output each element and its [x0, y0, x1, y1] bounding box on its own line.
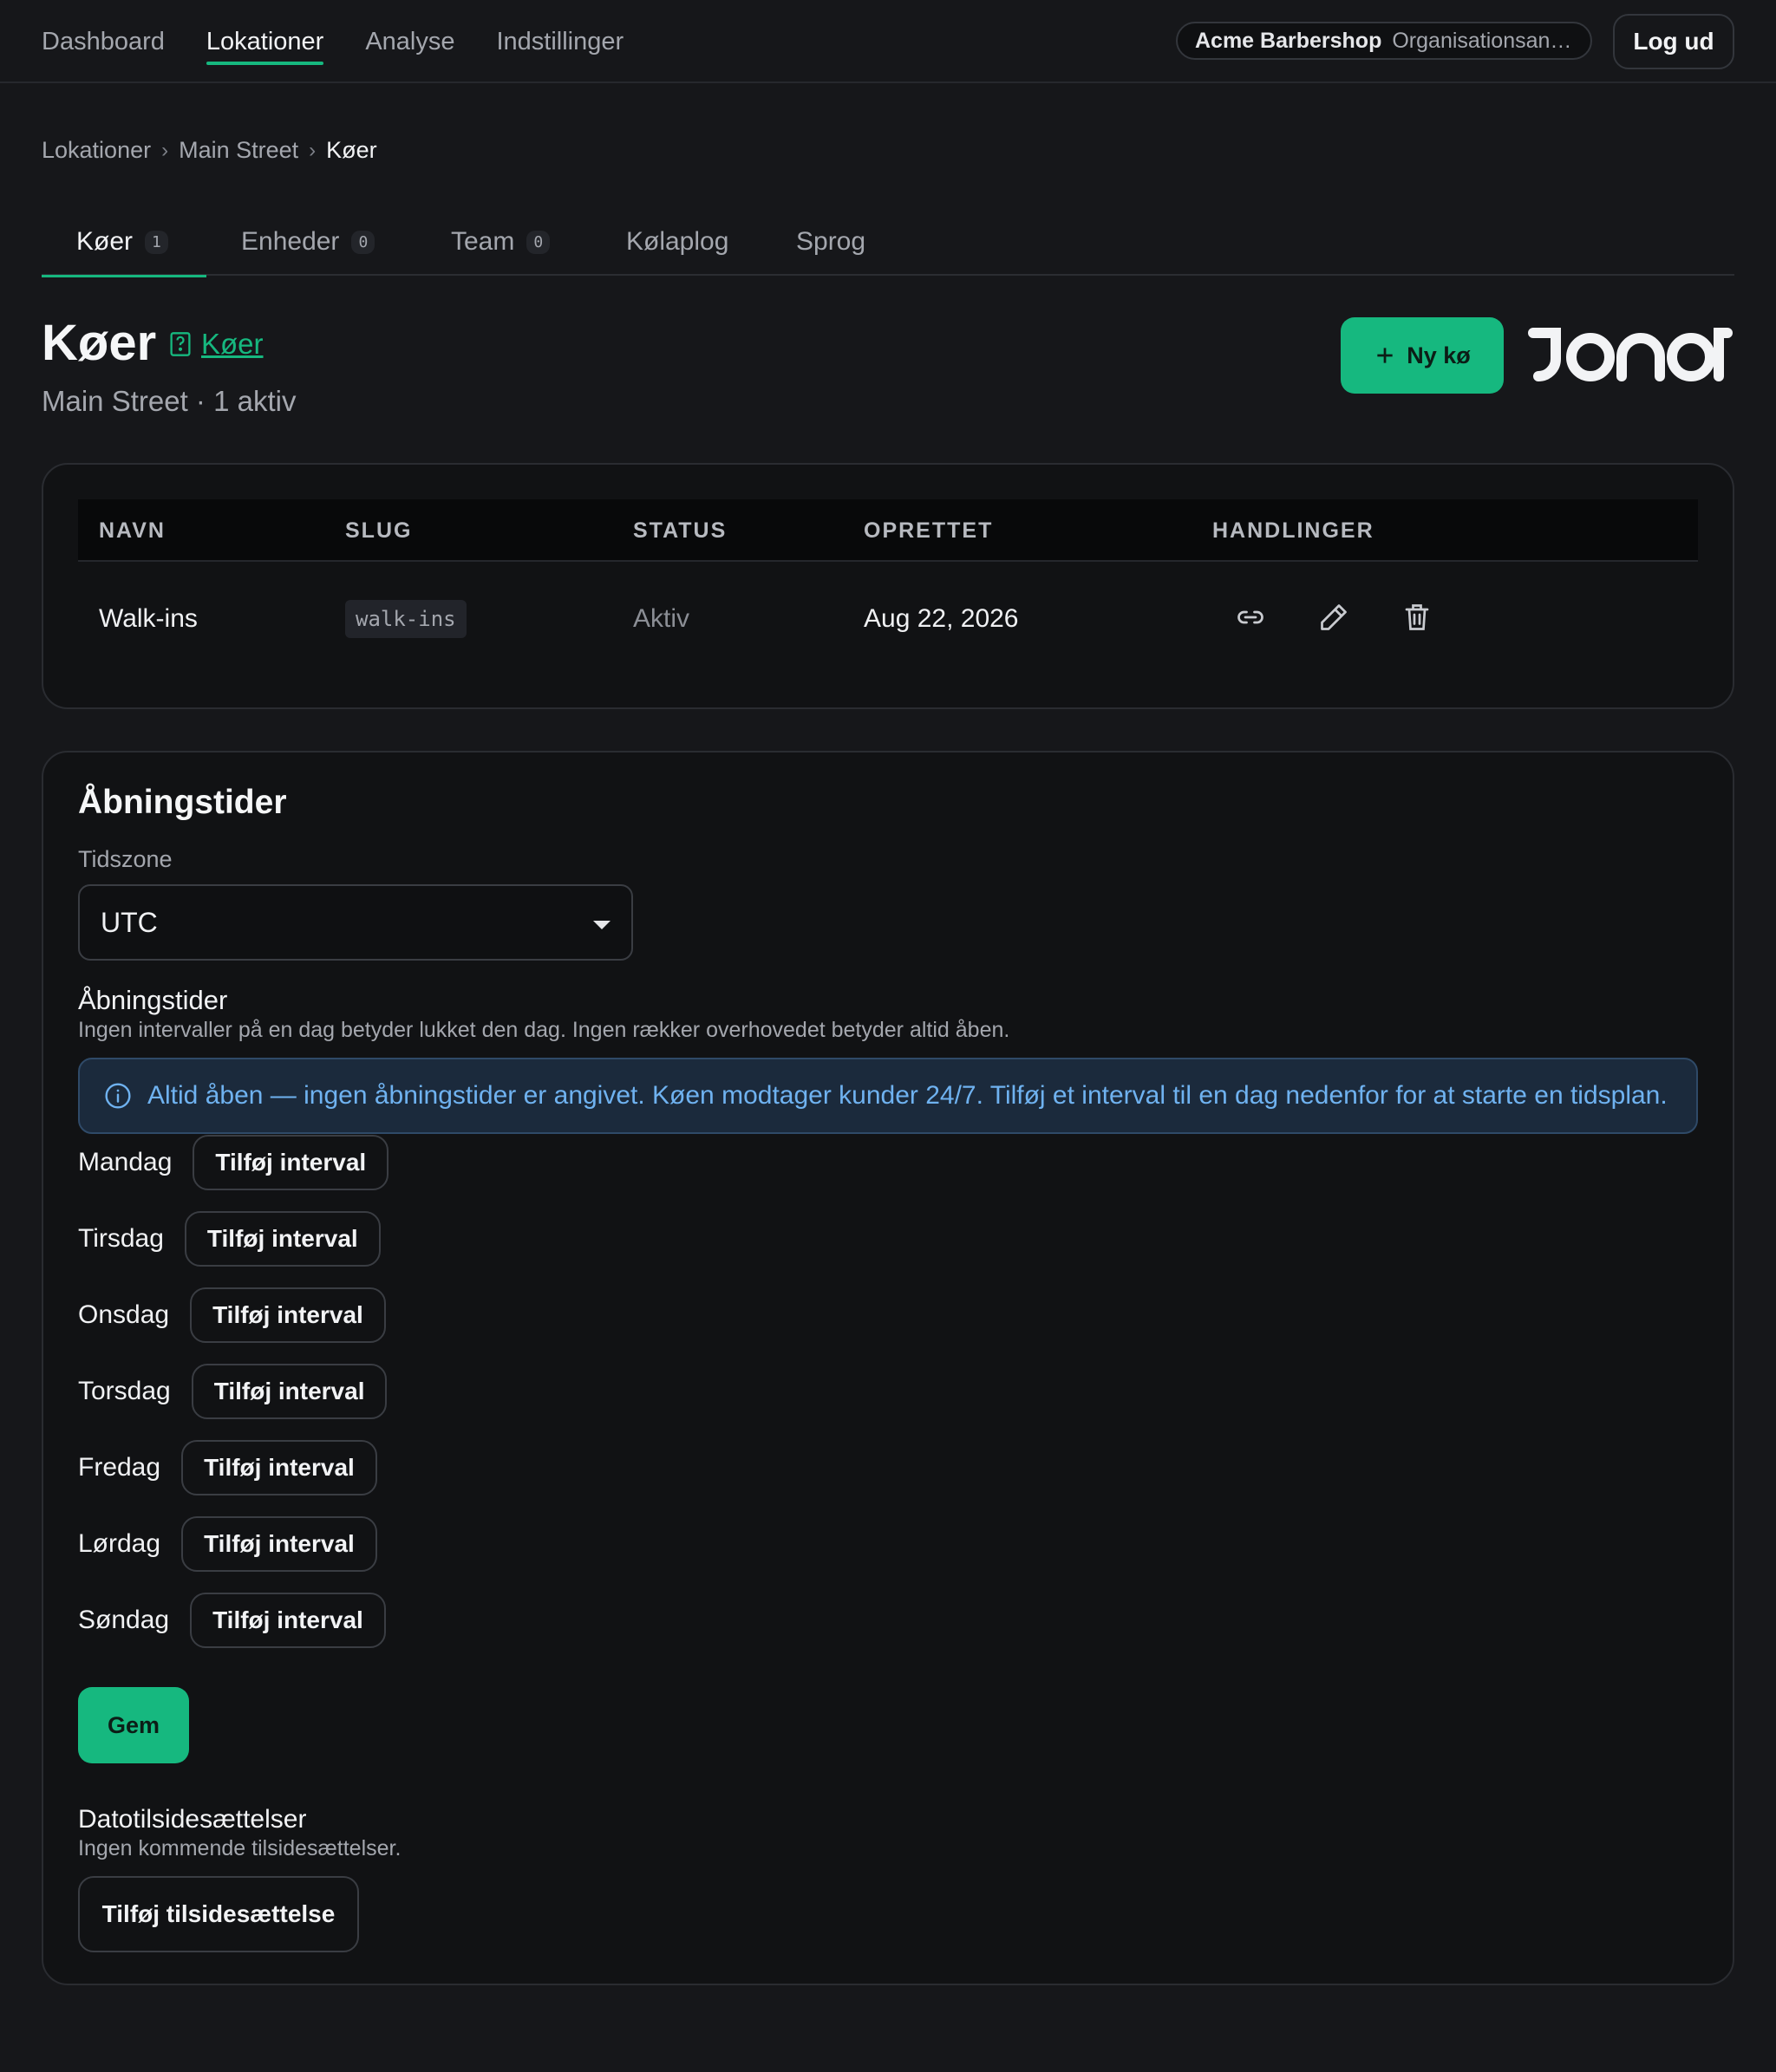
doc-icon — [170, 332, 191, 356]
tab-count: 0 — [351, 230, 375, 254]
table-row: Walk-ins walk-ins Aktiv Aug 22, 2026 — [78, 562, 1698, 676]
day-row-sondag: Søndag Tilføj interval — [78, 1592, 386, 1649]
tab-label: Kølaplog — [626, 227, 729, 256]
breadcrumb-separator: › — [161, 138, 169, 162]
new-queue-button[interactable]: Ny kø — [1341, 317, 1504, 394]
breadcrumb-separator: › — [309, 138, 317, 162]
tab-count: 1 — [145, 230, 168, 254]
column-header: STATUS — [633, 518, 728, 543]
day-label: Onsdag — [78, 1300, 170, 1329]
main-nav: Dashboard Lokationer Analyse Indstilling… — [42, 0, 624, 83]
tab-label: Team — [451, 227, 515, 256]
day-label: Fredag — [78, 1453, 161, 1482]
add-interval-button[interactable]: Tilføj interval — [181, 1440, 377, 1495]
tab-enheder[interactable]: Enheder 0 — [241, 208, 375, 276]
location-tabs: Køer 1 Enheder 0 Team 0 Kølaplog Sprog — [42, 208, 1734, 277]
always-open-alert: Altid åben — ingen åbningstider er angiv… — [78, 1058, 1698, 1134]
day-row-mandag: Mandag Tilføj interval — [78, 1134, 389, 1191]
queues-table-card: NAVN SLUG STATUS OPRETTET HANDLINGER Wal… — [42, 463, 1734, 709]
day-label: Lørdag — [78, 1529, 161, 1558]
table-header: NAVN SLUG STATUS OPRETTET HANDLINGER — [78, 499, 1698, 562]
tab-label: Køer — [76, 227, 134, 256]
plus-icon — [1377, 348, 1393, 363]
page-title: Køer — [42, 315, 157, 371]
day-row-lordag: Lørdag Tilføj interval — [78, 1515, 377, 1573]
tab-koer[interactable]: Køer 1 — [42, 208, 206, 277]
column-header: OPRETTET — [864, 518, 994, 543]
docs-link-label: Køer — [201, 328, 264, 360]
edit-button[interactable] — [1318, 602, 1353, 636]
chevron-down-icon — [593, 921, 610, 929]
nav-indstillinger[interactable]: Indstillinger — [496, 21, 624, 63]
tab-kolaplog[interactable]: Kølaplog — [626, 208, 728, 276]
column-header: HANDLINGER — [1212, 518, 1374, 543]
page-subtitle: Main Street · 1 aktiv — [42, 385, 297, 417]
top-navigation-bar: Dashboard Lokationer Analyse Indstilling… — [0, 0, 1776, 83]
logout-button[interactable]: Log ud — [1613, 14, 1734, 69]
day-label: Tirsdag — [78, 1224, 164, 1253]
day-label: Mandag — [78, 1148, 173, 1176]
add-interval-button[interactable]: Tilføj interval — [184, 1211, 381, 1267]
queue-created: Aug 22, 2026 — [864, 604, 1019, 633]
tab-label: Enheder — [241, 227, 340, 256]
breadcrumb-lokationer[interactable]: Lokationer — [42, 137, 151, 164]
link-icon — [1237, 610, 1263, 624]
breadcrumb: Lokationer › Main Street › Køer — [42, 137, 377, 164]
org-name: Acme Barbershop — [1195, 28, 1382, 53]
tab-count: 0 — [526, 230, 551, 254]
tab-team[interactable]: Team 0 — [451, 208, 551, 276]
day-row-onsdag: Onsdag Tilføj interval — [78, 1287, 386, 1344]
column-header: NAVN — [99, 518, 166, 543]
nav-dashboard[interactable]: Dashboard — [42, 21, 165, 63]
organization-switcher[interactable]: Acme Barbershop Organisationsans... — [1176, 22, 1592, 60]
breadcrumb-current: Køer — [326, 137, 377, 163]
info-icon — [105, 1083, 131, 1109]
new-queue-label: Ny kø — [1407, 342, 1471, 368]
day-label: Søndag — [78, 1606, 170, 1634]
delete-button[interactable] — [1401, 602, 1436, 636]
timezone-label: Tidszone — [78, 846, 173, 872]
docs-link[interactable]: Køer — [168, 328, 264, 361]
edit-icon — [1321, 604, 1347, 630]
add-interval-button[interactable]: Tilføj interval — [193, 1135, 389, 1190]
brand-logo — [1528, 328, 1733, 381]
opening-hours-card: Åbningstider Tidszone UTC Åbningstider I… — [42, 751, 1734, 1985]
add-interval-button[interactable]: Tilføj interval — [191, 1364, 388, 1419]
breadcrumb-main-street[interactable]: Main Street — [179, 137, 298, 164]
nav-lokationer[interactable]: Lokationer — [206, 21, 324, 65]
overrides-title: Datotilsidesættelser — [78, 1805, 307, 1834]
trash-icon — [1405, 604, 1429, 630]
day-label: Torsdag — [78, 1377, 171, 1405]
timezone-select[interactable]: UTC — [78, 884, 633, 961]
column-header: SLUG — [345, 518, 413, 543]
save-button[interactable]: Gem — [78, 1687, 189, 1763]
alert-text: Altid åben — ingen åbningstider er angiv… — [147, 1081, 1668, 1110]
day-row-fredag: Fredag Tilføj interval — [78, 1439, 377, 1496]
tab-sprog[interactable]: Sprog — [796, 208, 865, 276]
tab-label: Sprog — [796, 227, 866, 256]
timezone-value: UTC — [101, 906, 158, 938]
hours-label: Åbningstider — [78, 985, 228, 1015]
org-role: Organisationsans... — [1392, 28, 1573, 53]
nav-analyse[interactable]: Analyse — [365, 21, 454, 63]
queue-status: Aktiv — [633, 604, 690, 633]
overrides-hint: Ingen kommende tilsidesættelser. — [78, 1836, 402, 1860]
copy-link-button[interactable] — [1235, 602, 1270, 636]
section-title: Åbningstider — [78, 784, 287, 821]
queue-name: Walk-ins — [99, 604, 198, 633]
day-row-tirsdag: Tirsdag Tilføj interval — [78, 1210, 381, 1267]
queue-slug: walk-ins — [345, 600, 467, 638]
add-interval-button[interactable]: Tilføj interval — [190, 1593, 386, 1648]
hours-hint: Ingen intervaller på en dag betyder lukk… — [78, 1018, 1010, 1042]
add-interval-button[interactable]: Tilføj interval — [181, 1516, 377, 1572]
add-interval-button[interactable]: Tilføj interval — [190, 1287, 386, 1343]
add-override-button[interactable]: Tilføj tilsidesættelse — [78, 1876, 359, 1952]
day-row-torsdag: Torsdag Tilføj interval — [78, 1363, 388, 1420]
